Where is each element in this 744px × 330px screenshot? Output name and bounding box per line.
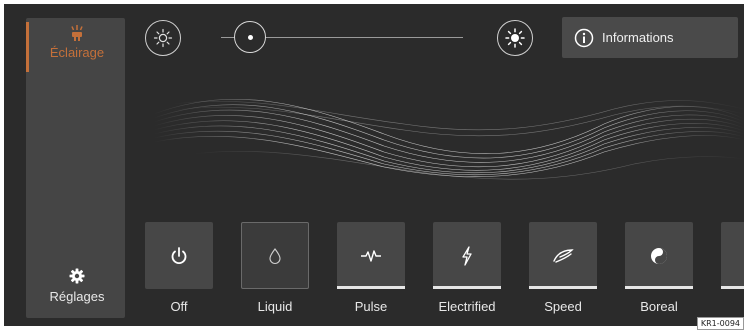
- mode-speed[interactable]: Speed: [529, 222, 597, 314]
- mode-tile[interactable]: [433, 222, 501, 289]
- informations-button[interactable]: Informations: [562, 17, 738, 58]
- mode-bar: [721, 286, 744, 289]
- mode-liquid[interactable]: Liquid: [241, 222, 309, 314]
- mode-tile[interactable]: [625, 222, 693, 289]
- ambient-light-icon: [71, 25, 83, 41]
- brightness-up-button[interactable]: [497, 20, 533, 56]
- yin-yang-icon: [651, 247, 667, 264]
- mode-tile[interactable]: [529, 222, 597, 289]
- sidebar-item-settings[interactable]: Réglages: [29, 268, 125, 312]
- ambient-lighting-screen: Éclairage Réglages Informations Off Liqu…: [4, 4, 744, 326]
- sun-low-icon: [153, 28, 173, 48]
- mode-electrified[interactable]: Electrified: [433, 222, 501, 314]
- figure-reference: KR1-0094: [696, 317, 744, 330]
- mode-label: Boreal: [640, 299, 678, 314]
- sidebar: Éclairage Réglages: [26, 18, 125, 318]
- brightness-slider-thumb[interactable]: [234, 21, 266, 53]
- mode-tile[interactable]: [145, 222, 213, 289]
- sidebar-item-label: Éclairage: [49, 45, 105, 60]
- lightning-icon: [462, 245, 472, 266]
- slider-thumb-dot: [247, 34, 253, 40]
- mode-label: Off: [170, 299, 188, 314]
- sidebar-item-label: Réglages: [49, 289, 105, 304]
- mode-tile[interactable]: [721, 222, 744, 289]
- mode-label: Pulse: [354, 299, 388, 314]
- mode-off[interactable]: Off: [145, 222, 213, 314]
- drop-icon: [269, 247, 281, 264]
- mode-label: Electrified: [438, 299, 496, 314]
- sun-high-icon: [505, 28, 525, 48]
- mode-tile[interactable]: [241, 222, 309, 289]
- gear-icon: [69, 268, 85, 284]
- mode-label: Speed: [544, 299, 582, 314]
- sidebar-item-lighting[interactable]: Éclairage: [29, 24, 125, 74]
- liquid-wave-preview: [154, 98, 744, 180]
- mode-pulse[interactable]: Pulse: [337, 222, 405, 314]
- mode-bar: [529, 286, 597, 289]
- mode-label: Liquid: [257, 299, 293, 314]
- mode-bar: [433, 286, 501, 289]
- mode-next-partial[interactable]: [721, 222, 744, 289]
- mode-bar: [625, 286, 693, 289]
- power-icon: [171, 246, 187, 264]
- pulse-icon: [361, 249, 381, 262]
- info-icon: [574, 28, 594, 47]
- mode-boreal[interactable]: Boreal: [625, 222, 693, 314]
- speed-icon: [553, 248, 574, 263]
- brightness-down-button[interactable]: [145, 20, 181, 56]
- informations-label: Informations: [602, 30, 674, 45]
- mode-bar: [337, 286, 405, 289]
- mode-tile[interactable]: [337, 222, 405, 289]
